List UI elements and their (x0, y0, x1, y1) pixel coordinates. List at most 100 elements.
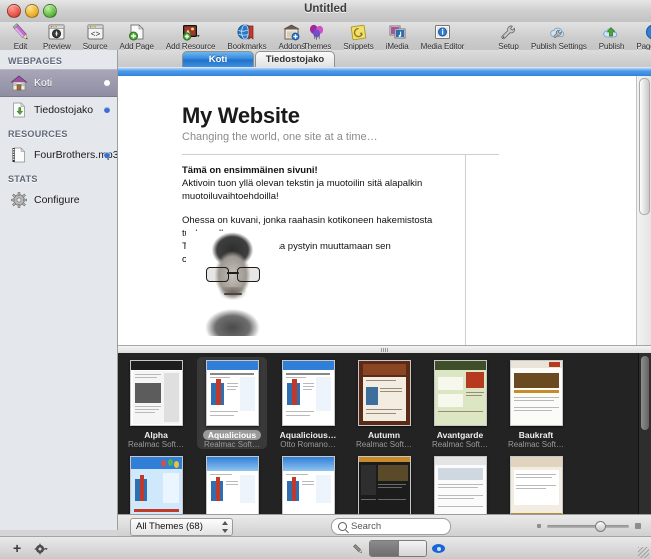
status-dot (104, 107, 110, 113)
theme-thumbnail[interactable] (129, 360, 183, 426)
media-editor-icon (432, 23, 453, 42)
theme-thumbnail[interactable] (129, 456, 183, 514)
theme-cell[interactable]: Alpha Realmac Soft… (121, 357, 191, 449)
window-title: Untitled (304, 3, 347, 15)
theme-thumbnail[interactable] (357, 360, 411, 426)
chevron-updown-icon (220, 521, 229, 533)
theme-cell[interactable]: Baukraft Realmac Soft… (501, 357, 571, 449)
theme-thumbnail[interactable] (205, 360, 259, 426)
theme-thumbnail[interactable] (509, 360, 563, 426)
theme-cell[interactable]: Blue (197, 453, 267, 514)
toolbar-left-group: Edit Preview <> Source Add Page Add Reso… (4, 23, 311, 51)
theme-search-input[interactable]: Search (331, 518, 451, 535)
edit-preview-toggle[interactable] (352, 540, 445, 557)
theme-cell[interactable]: Autumn Realmac Soft… (349, 357, 419, 449)
theme-author: Realmac Soft… (507, 440, 565, 449)
theme-author: Realmac Soft… (355, 440, 413, 449)
thumbnail-size-slider[interactable] (533, 521, 643, 532)
theme-name: Aqualicious… (279, 430, 337, 440)
browser-preview-icon (46, 23, 67, 42)
toolbar-button-media-editor[interactable]: Media Editor (415, 23, 471, 51)
toolbar-button-bookmarks[interactable]: Bookmarks (221, 23, 272, 51)
status-dot (104, 152, 110, 158)
slider-knob[interactable] (595, 521, 606, 532)
toolbar-button-publish-settings[interactable]: Publish Settings (525, 23, 593, 51)
segment-edit[interactable] (370, 541, 398, 556)
imedia-icon (387, 23, 408, 42)
theme-thumbnail[interactable] (281, 456, 335, 514)
eye-icon (432, 544, 445, 553)
theme-cell[interactable]: BirthdayRealmac Soft… (121, 453, 191, 514)
theme-browser-scrollbar[interactable] (638, 353, 651, 514)
audio-file-icon (10, 146, 28, 164)
toolbar-button-snippets[interactable]: Snippets (337, 23, 379, 51)
theme-cell[interactable]: Aqualicious… Otto Romano… (273, 357, 343, 449)
theme-thumbnail[interactable] (357, 456, 411, 514)
theme-cell[interactable]: CA Blondie (501, 453, 571, 514)
theme-filter-bar: All Themes (68) Search (118, 514, 651, 538)
page-canvas[interactable]: My Website Changing the world, one site … (118, 76, 637, 345)
body-line: Aktivoin tuon yllä olevan tekstin ja muo… (182, 178, 423, 189)
main-toolbar: Edit Preview <> Source Add Page Add Reso… (0, 22, 651, 51)
toolbar-button-preview[interactable]: Preview (37, 23, 77, 51)
theme-thumbnail[interactable] (281, 360, 335, 426)
resize-grip[interactable] (638, 547, 649, 558)
home-page-icon (10, 74, 28, 92)
theme-thumbnail[interactable] (433, 360, 487, 426)
sidebar-item-fourbrothers-mp3[interactable]: FourBrothers.mp3 (0, 142, 119, 168)
theme-browser[interactable]: Alpha Realmac Soft… Aqualicious Realmac Sof… (118, 353, 651, 514)
theme-cell[interactable]: Business (425, 453, 495, 514)
sidebar-item-koti[interactable]: Koti (0, 69, 117, 97)
toolbar-button-page-info[interactable]: Page Info (630, 23, 651, 51)
small-icon (537, 524, 541, 528)
theme-name: Baukraft (518, 430, 554, 440)
scrollbar-thumb[interactable] (641, 356, 649, 430)
add-resource-icon (180, 23, 201, 42)
search-icon (338, 522, 347, 531)
editor-vertical-scrollbar[interactable] (636, 76, 651, 345)
mode-segmented-control[interactable] (369, 540, 427, 557)
segment-preview[interactable] (397, 541, 426, 556)
sidebar-item-label: Koti (34, 77, 53, 89)
tab-koti[interactable]: Koti (182, 51, 254, 67)
theme-thumbnail[interactable] (433, 456, 487, 514)
theme-thumbnail[interactable] (205, 456, 259, 514)
toolbar-button-add-page[interactable]: Add Page (114, 23, 160, 51)
sidebar-section-header-resources: RESOURCES (8, 129, 68, 139)
toolbar-button-add-resource[interactable]: Add Resource (160, 23, 222, 51)
page-tab-strip: Koti Tiedostojako (118, 50, 651, 68)
toolbar-button-publish[interactable]: Publish (593, 23, 631, 51)
pencil-icon (10, 23, 31, 42)
add-page-button[interactable]: + (13, 541, 21, 555)
sidebar-item-tiedostojako[interactable]: Tiedostojako (0, 97, 117, 123)
slider-track[interactable] (547, 525, 629, 528)
toolbar-button-source[interactable]: <> Source (77, 23, 114, 51)
theme-cell[interactable]: Blue Box (273, 453, 343, 514)
theme-filter-popup[interactable]: All Themes (68) (130, 518, 233, 536)
portrait-photo[interactable] (186, 231, 279, 336)
tab-tiedostojako[interactable]: Tiedostojako (255, 51, 335, 67)
gear-icon[interactable] (34, 543, 48, 555)
toolbar-center-group: Themes Snippets iMedia Media Editor (297, 23, 470, 51)
eyeglasses (206, 267, 260, 282)
toolbar-right-group: Setup Publish Settings Publish Pag (492, 23, 651, 51)
theme-name: Avantgarde (436, 430, 484, 440)
theme-cell[interactable]: Aqualicious Realmac Soft… (197, 357, 267, 449)
toolbar-button-themes[interactable]: Themes (297, 23, 337, 51)
splitter-grip[interactable] (380, 348, 389, 352)
sidebar-column-divider (465, 155, 466, 345)
toolbar-button-setup[interactable]: Setup (492, 23, 525, 51)
download-page-icon (10, 101, 28, 119)
theme-thumbnail[interactable] (509, 456, 563, 514)
scrollbar-thumb[interactable] (639, 78, 650, 215)
add-page-icon (126, 23, 147, 42)
theme-cell[interactable]: Bronze (349, 453, 419, 514)
theme-name: Alpha (144, 430, 168, 440)
toolbar-button-edit[interactable]: Edit (4, 23, 37, 51)
toolbar-button-imedia[interactable]: iMedia (380, 23, 415, 51)
sidebar-item-configure[interactable]: Configure (0, 187, 117, 213)
body-heading: Tämä on ensimmäinen sivuni! (182, 165, 318, 176)
theme-cell[interactable]: Avantgarde Realmac Soft… (425, 357, 495, 449)
sidebar-section-header-webpages: WEBPAGES (8, 56, 63, 66)
